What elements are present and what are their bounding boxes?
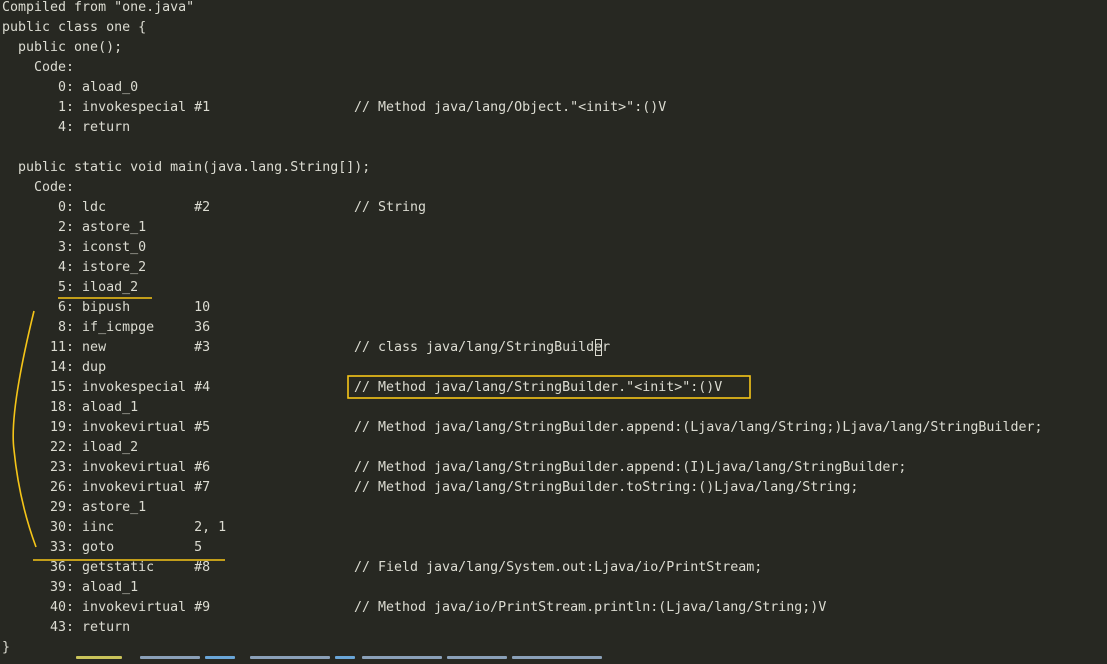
partially-visible-next-line <box>0 656 1107 664</box>
code-line: 3: iconst_0 <box>2 240 147 255</box>
code-comment: // Method java/lang/Object."<init>":()V <box>354 100 667 115</box>
code-line: Code: <box>2 180 75 195</box>
code-line: 19: invokevirtual #5 <box>2 420 211 435</box>
code-line: 26: invokevirtual #7 <box>2 480 211 495</box>
code-line: 22: iload_2 <box>2 440 139 455</box>
code-line: 33: goto 5 <box>2 540 203 555</box>
code-line: public one(); <box>2 40 123 55</box>
code-line: 39: aload_1 <box>2 580 139 595</box>
code-line: Code: <box>2 60 75 75</box>
code-line: 2: astore_1 <box>2 220 147 235</box>
code-line: 4: return <box>2 120 131 135</box>
code-line: 15: invokespecial #4 <box>2 380 211 395</box>
code-line: } <box>2 640 11 655</box>
code-comment: // Method java/lang/StringBuilder.append… <box>354 460 907 475</box>
code-line: public class one { <box>2 20 147 35</box>
code-comment: // Method java/lang/StringBuilder.toStri… <box>354 480 859 495</box>
code-line: 40: invokevirtual #9 <box>2 600 211 615</box>
code-line: 11: new #3 <box>2 340 211 355</box>
text-cursor <box>595 339 602 356</box>
code-comment: // Method java/lang/StringBuilder."<init… <box>354 380 723 395</box>
code-comment: // Method java/io/PrintStream.println:(L… <box>354 600 827 615</box>
code-line: 23: invokevirtual #6 <box>2 460 211 475</box>
code-line: 18: aload_1 <box>2 400 139 415</box>
code-line: 4: istore_2 <box>2 260 147 275</box>
code-line: 0: ldc #2 <box>2 200 211 215</box>
code-line: 29: astore_1 <box>2 500 147 515</box>
code-line: 14: dup <box>2 360 107 375</box>
code-line: 8: if_icmpge 36 <box>2 320 211 335</box>
code-line: 5: iload_2 <box>2 280 139 295</box>
code-line: 43: return <box>2 620 131 635</box>
code-line: 1: invokespecial #1 <box>2 100 211 115</box>
code-comment: // Field java/lang/System.out:Ljava/io/P… <box>354 560 763 575</box>
code-comment: // Method java/lang/StringBuilder.append… <box>354 420 1043 435</box>
code-line: 6: bipush 10 <box>2 300 211 315</box>
code-line: 30: iinc 2, 1 <box>2 520 227 535</box>
code-line: Compiled from "one.java" <box>2 0 195 15</box>
code-line: 0: aload_0 <box>2 80 139 95</box>
code-comment: // class java/lang/StringBuilder <box>354 340 611 355</box>
code-comment: // String <box>354 200 427 215</box>
code-line: 36: getstatic #8 <box>2 560 211 575</box>
code-line: public static void main(java.lang.String… <box>2 160 371 175</box>
terminal-output: Compiled from "one.java" public class one… <box>0 0 1107 664</box>
